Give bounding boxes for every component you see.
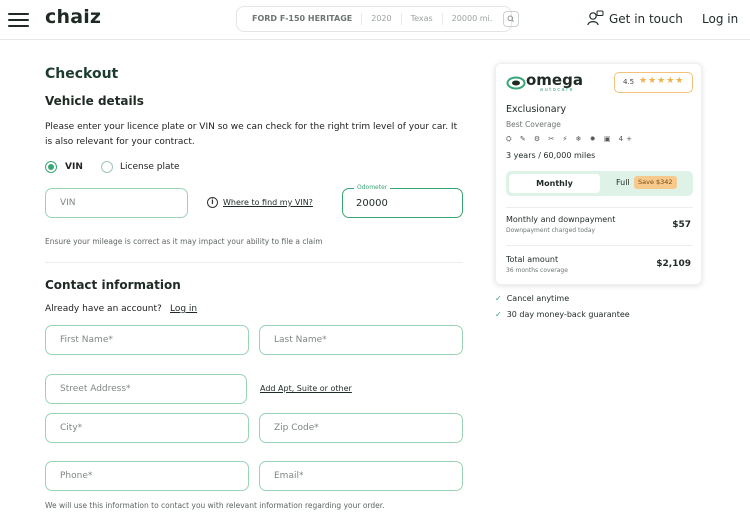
menu-icon[interactable] — [8, 13, 29, 27]
total-title: Total amount — [506, 255, 559, 264]
add-apt-suite-link[interactable]: Add Apt, Suite or other — [260, 384, 352, 393]
monthly-price: $57 — [672, 220, 691, 230]
get-in-touch-link[interactable]: Get in touch — [609, 12, 683, 26]
contact-login-link[interactable]: Log in — [170, 304, 197, 314]
guarantee-item: ✓ 30 day money-back guarantee — [495, 310, 630, 319]
monthly-option[interactable]: Monthly — [509, 174, 600, 193]
vehicle-miles: 20000 mi. — [451, 14, 493, 23]
email-input[interactable]: Email* — [259, 461, 463, 491]
vin-radio[interactable] — [45, 161, 57, 173]
contact-icon[interactable] — [587, 10, 604, 26]
license-plate-radio[interactable] — [101, 161, 113, 173]
rating-value: 4.5 — [623, 78, 635, 86]
zip-code-placeholder: Zip Code* — [274, 423, 319, 433]
city-placeholder: City* — [60, 423, 83, 433]
monthly-title: Monthly and downpayment — [506, 215, 616, 224]
guarantee-item: ✓ Cancel anytime — [495, 294, 569, 303]
total-subtitle: 36 months coverage — [506, 267, 568, 274]
vehicle-details-heading: Vehicle details — [45, 94, 144, 108]
first-name-placeholder: First Name* — [60, 335, 113, 345]
omega-logo-icon — [506, 76, 526, 90]
search-icon[interactable] — [503, 11, 520, 27]
odometer-value: 20000 — [356, 198, 388, 209]
chaiz-logo[interactable]: chaiz — [45, 6, 101, 28]
total-price: $2,109 — [656, 259, 691, 269]
page-title: Checkout — [45, 66, 119, 82]
provider-subtitle: autocare — [540, 87, 575, 93]
rating-badge: 4.5 ★★★★★ — [614, 72, 693, 93]
city-input[interactable]: City* — [45, 413, 249, 443]
odometer-input[interactable]: Odometer 20000 — [342, 184, 463, 218]
vehicle-year: 2020 — [362, 13, 402, 25]
check-icon: ✓ — [495, 294, 502, 303]
street-address-input[interactable]: Street Address* — [45, 374, 247, 404]
phone-input[interactable]: Phone* — [45, 461, 249, 491]
monthly-subtitle: Downpayment charged today — [506, 227, 596, 234]
section-divider — [45, 262, 463, 263]
payment-toggle: Monthly Full Save $342 — [506, 171, 693, 196]
contact-info-heading: Contact information — [45, 278, 181, 292]
guarantee-text: Cancel anytime — [506, 294, 570, 303]
card-divider — [506, 207, 693, 208]
vehicle-details-description: Please enter your licence plate or VIN s… — [45, 122, 458, 147]
phone-placeholder: Phone* — [60, 471, 93, 481]
have-account-text: Already have an account? — [45, 304, 162, 314]
last-name-input[interactable]: Last Name* — [259, 325, 463, 355]
first-name-input[interactable]: First Name* — [45, 325, 249, 355]
top-header: chaiz FORD F-150 HERITAGE 2020 Texas 200… — [0, 0, 750, 40]
plan-summary-card: omega autocare 4.5 ★★★★★ Exclusionary Be… — [495, 63, 702, 285]
plan-name: Exclusionary — [506, 104, 567, 115]
info-icon: i — [207, 197, 218, 208]
where-to-find-vin-link[interactable]: Where to find my VIN? — [223, 198, 313, 207]
email-placeholder: Email* — [274, 471, 304, 481]
contact-note: We will use this information to contact … — [45, 501, 385, 510]
card-divider — [506, 245, 693, 246]
street-address-placeholder: Street Address* — [60, 384, 131, 394]
vehicle-summary[interactable]: FORD F-150 HERITAGE 2020 Texas 20000 mi. — [236, 6, 520, 32]
plan-term: 3 years / 60,000 miles — [506, 151, 596, 160]
license-plate-radio-label[interactable]: License plate — [120, 162, 180, 172]
last-name-placeholder: Last Name* — [274, 335, 327, 345]
vin-radio-label[interactable]: VIN — [65, 162, 83, 172]
full-option[interactable]: Full — [616, 178, 630, 187]
mileage-note: Ensure your mileage is correct as it may… — [45, 237, 323, 246]
vehicle-model: FORD F-150 HERITAGE — [237, 13, 363, 25]
check-icon: ✓ — [495, 310, 502, 319]
plan-subtitle: Best Coverage — [506, 120, 561, 129]
coverage-icons: ⛭ ✎ ⚙ ✂ ⚡ ❄ ✹ ▣ 4+ — [506, 135, 635, 143]
vin-placeholder: VIN — [60, 198, 76, 208]
header-login-link[interactable]: Log in — [702, 12, 738, 26]
odometer-label: Odometer — [354, 184, 391, 191]
save-badge: Save $342 — [634, 176, 677, 189]
vehicle-state: Texas — [402, 13, 443, 25]
guarantee-text: 30 day money-back guarantee — [506, 310, 630, 319]
zip-code-input[interactable]: Zip Code* — [259, 413, 463, 443]
rating-stars-icon: ★★★★★ — [639, 76, 685, 86]
vin-input[interactable]: VIN — [45, 188, 188, 218]
